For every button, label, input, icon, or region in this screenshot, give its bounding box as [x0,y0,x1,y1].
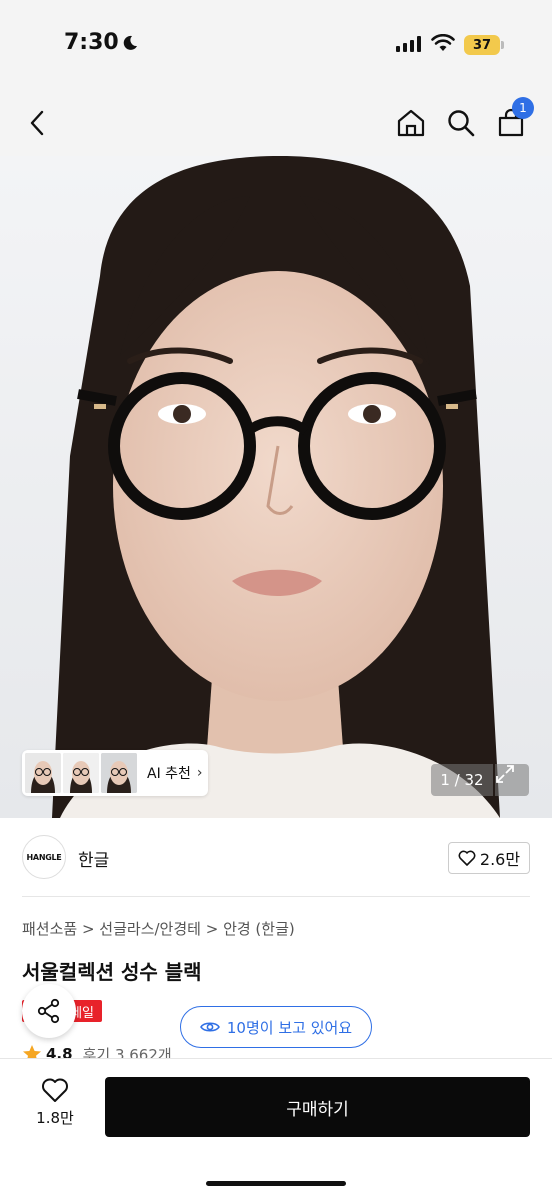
heart-icon [458,850,476,866]
viewers-text: 10명이 보고 있어요 [226,1018,353,1037]
search-button[interactable] [441,103,481,143]
brand-logo[interactable]: HANGLE [22,835,66,879]
signal-icon [396,36,421,52]
battery-indicator: 37 [464,35,504,55]
search-icon [448,110,475,137]
share-icon [37,998,60,1024]
ai-recommend-label: AI 추천 [147,766,191,782]
status-time: 7:30 [64,30,119,55]
home-indicator [206,1181,346,1186]
eye-icon [199,1022,220,1032]
home-icon [397,109,425,137]
product-photo [0,156,552,818]
viewers-badge: 10명이 보고 있어요 [180,1006,372,1048]
chevron-right-icon: › [196,765,203,781]
home-button[interactable] [391,103,431,143]
cart-button[interactable]: 1 [491,97,534,143]
back-button[interactable] [18,103,58,143]
status-bar: 7:30 37 [0,0,552,90]
top-nav: 1 [0,90,552,156]
product-title: 서울컬렉션 성수 블랙 [22,960,202,984]
wishlist-count: 1.8만 [36,1109,74,1127]
divider [22,896,530,897]
expand-button[interactable] [495,764,529,796]
back-icon [30,110,44,136]
product-image-carousel[interactable]: AI 추천 › 1 / 32 [0,156,552,818]
bottom-action-bar: 1.8만 구매하기 [0,1058,552,1200]
brand-name[interactable]: 한글 [78,846,109,871]
wishlist-button[interactable]: 1.8만 [30,1077,80,1137]
battery-level: 37 [464,35,500,55]
brand-row[interactable]: HANGLE 한글 2.6만 [0,818,552,896]
brand-like-count: 2.6만 [479,850,521,869]
wifi-icon [431,34,455,51]
expand-icon [496,765,514,783]
image-counter: 1 / 32 [431,764,493,796]
ai-thumbnail [101,753,137,793]
ai-thumbnail [63,753,99,793]
ai-thumbnail [25,753,61,793]
moon-icon [123,35,137,50]
heart-icon [42,1078,68,1102]
breadcrumb[interactable]: 패션소품 > 선글라스/안경테 > 안경 (한글) [22,918,295,939]
brand-like-button[interactable]: 2.6만 [448,842,530,874]
buy-button[interactable]: 구매하기 [105,1077,530,1137]
ai-recommend-button[interactable]: AI 추천 › [22,750,208,796]
share-button[interactable] [22,984,76,1038]
cart-count-badge: 1 [512,97,534,119]
